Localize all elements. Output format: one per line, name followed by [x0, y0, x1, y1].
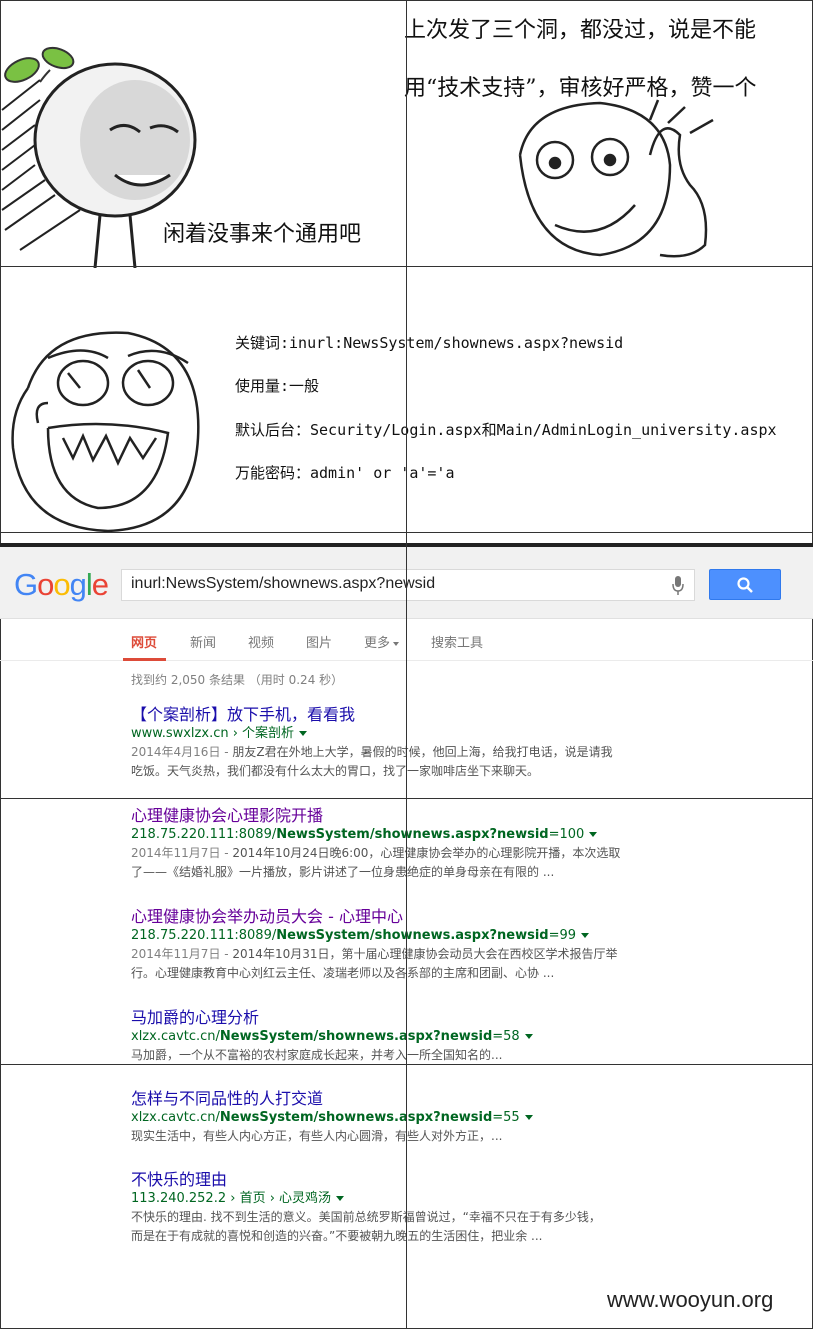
result-snippet-line2: 而是在于有成就的喜悦和创造的兴奋。”不要被朝九晚五的生活困住，把业余 ... — [131, 1229, 543, 1243]
panel-divider-horizontal — [0, 798, 813, 799]
result-title-link[interactable]: 怎样与不同品性的人打交道 — [131, 1089, 651, 1109]
result-url-param: =99 — [548, 928, 577, 943]
search-result: 马加爵的心理分析 xlzx.cavtc.cn/NewsSystem/showne… — [131, 1008, 651, 1065]
result-snippet-line2: 了——《结婚礼服》一片播放，影片讲述了一位身患绝症的单身母亲在有限的 ... — [131, 865, 555, 879]
result-url: 218.75.220.111:8089/NewsSystem/shownews.… — [131, 826, 651, 844]
search-button[interactable] — [709, 569, 781, 600]
result-date: 2014年11月7日 - — [131, 947, 233, 961]
panel2-text-line1: 上次发了三个洞，都没过，说是不能 — [404, 18, 757, 43]
active-tab-indicator — [123, 658, 166, 661]
dropdown-arrow-icon[interactable] — [299, 731, 308, 736]
chevron-down-icon — [393, 641, 400, 646]
google-logo[interactable]: Google — [14, 567, 109, 603]
result-url: xlzx.cavtc.cn/NewsSystem/shownews.aspx?n… — [131, 1028, 651, 1046]
search-box[interactable] — [121, 569, 695, 601]
search-result: 心理健康协会举办动员大会 - 心理中心 218.75.220.111:8089/… — [131, 907, 651, 983]
result-title-link[interactable]: 不快乐的理由 — [131, 1170, 651, 1190]
universal-password-line: 万能密码：admin' or 'a'='a — [235, 464, 455, 482]
result-url-host: xlzx.cavtc.cn/ — [131, 1029, 220, 1044]
tab-more[interactable]: 更多 — [364, 632, 400, 651]
result-url-param: =100 — [548, 827, 585, 842]
result-url: 218.75.220.111:8089/NewsSystem/shownews.… — [131, 927, 651, 945]
search-icon — [737, 577, 753, 593]
result-title-link[interactable]: 马加爵的心理分析 — [131, 1008, 651, 1028]
result-snippet-line2: 吃饭。天气炎热，我们都没有什么太大的胃口，找了一家咖啡店坐下来聊天。 — [131, 764, 540, 778]
dropdown-arrow-icon[interactable] — [589, 832, 598, 837]
result-snippet-line1: 不快乐的理由. 找不到生活的意义。美国前总统罗斯福曾说过，“幸福不只在于有多少钱… — [131, 1210, 601, 1224]
laughing-rage-face-illustration — [11, 331, 200, 533]
result-url: www.swxlzx.cn › 个案剖析 — [131, 725, 651, 743]
result-url: xlzx.cavtc.cn/NewsSystem/shownews.aspx?n… — [131, 1109, 651, 1127]
panel-divider-horizontal — [0, 1064, 813, 1065]
result-snippet: 2014年11月7日 - 2014年10月24日晚6:00，心理健康协会举办的心… — [131, 844, 651, 863]
result-url-host: xlzx.cavtc.cn/ — [131, 1110, 220, 1125]
result-url-path: NewsSystem/shownews.aspx?newsid — [276, 827, 549, 842]
tab-images[interactable]: 图片 — [306, 632, 332, 651]
result-snippet-line2: 行。心理健康教育中心刘红云主任、凌瑞老师以及各系部的主席和团副、心协 ... — [131, 966, 555, 980]
panel-divider-horizontal — [0, 532, 813, 533]
panel2-text-line2: 用“技术支持”，审核好严格，赞一个 — [404, 76, 757, 101]
result-url-param: =58 — [492, 1029, 520, 1044]
result-stats: 找到约 2,050 条结果 （用时 0.24 秒） — [131, 673, 344, 687]
result-date: 2014年11月7日 - — [131, 846, 233, 860]
result-title-link[interactable]: 心理健康协会举办动员大会 - 心理中心 — [131, 907, 651, 927]
search-result: 心理健康协会心理影院开播 218.75.220.111:8089/NewsSys… — [131, 806, 651, 882]
result-url-text: 113.240.252.2 › 首页 › 心灵鸡汤 — [131, 1191, 332, 1206]
result-title-link[interactable]: 【个案剖析】放下手机，看看我 — [131, 705, 651, 725]
result-snippet-line1: 朋友Z君在外地上大学，暑假的时候，他回上海，给我打电话，说是请我 — [232, 745, 613, 759]
tab-search-tools[interactable]: 搜索工具 — [431, 632, 483, 651]
result-snippet: 2014年11月7日 - 2014年10月31日，第十届心理健康协会动员大会在西… — [131, 945, 651, 964]
tab-videos[interactable]: 视频 — [248, 632, 274, 651]
dropdown-arrow-icon[interactable] — [581, 933, 590, 938]
keyword-line: 关键词:inurl:NewsSystem/shownews.aspx?newsi… — [235, 334, 624, 352]
result-url-path: NewsSystem/shownews.aspx?newsid — [219, 1029, 493, 1044]
result-url-host: 218.75.220.111:8089/ — [131, 827, 277, 842]
dropdown-arrow-icon[interactable] — [336, 1196, 345, 1201]
tab-news[interactable]: 新闻 — [190, 632, 216, 651]
result-url-param: =55 — [492, 1110, 520, 1125]
result-url: 113.240.252.2 › 首页 › 心灵鸡汤 — [131, 1190, 651, 1208]
panel-divider-vertical — [406, 0, 407, 1329]
result-snippet-line1: 2014年10月24日晚6:00，心理健康协会举办的心理影院开播，本次选取 — [232, 846, 621, 860]
tab-web[interactable]: 网页 — [131, 632, 157, 651]
tab-more-label: 更多 — [364, 635, 391, 650]
result-title-link[interactable]: 心理健康协会心理影院开播 — [131, 806, 651, 826]
usage-line: 使用量:一般 — [235, 377, 320, 395]
search-result: 怎样与不同品性的人打交道 xlzx.cavtc.cn/NewsSystem/sh… — [131, 1089, 651, 1146]
result-url-path: NewsSystem/shownews.aspx?newsid — [276, 928, 549, 943]
search-input[interactable] — [131, 575, 661, 593]
watermark: www.wooyun.org — [607, 1287, 774, 1312]
result-url-path: NewsSystem/shownews.aspx?newsid — [219, 1110, 493, 1125]
result-date: 2014年4月16日 - — [131, 745, 233, 759]
result-snippet: 2014年4月16日 - 朋友Z君在外地上大学，暑假的时候，他回上海，给我打电话… — [131, 743, 651, 762]
result-url-text: www.swxlzx.cn › 个案剖析 — [131, 726, 295, 741]
default-admin-path-line: 默认后台：Security/Login.aspx和Main/AdminLogin… — [235, 421, 777, 439]
panel1-caption: 闲着没事来个通用吧 — [163, 222, 362, 247]
search-result: 【个案剖析】放下手机，看看我 www.swxlzx.cn › 个案剖析 2014… — [131, 705, 651, 781]
result-snippet-line1: 2014年10月31日，第十届心理健康协会动员大会在西校区学术报告厅举 — [232, 947, 618, 961]
result-snippet-line1: 马加爵，一个从不富裕的农村家庭成长起来，并考入一所全国知名的... — [131, 1048, 503, 1062]
microphone-icon[interactable] — [672, 576, 684, 596]
search-result: 不快乐的理由 113.240.252.2 › 首页 › 心灵鸡汤 不快乐的理由.… — [131, 1170, 651, 1246]
result-snippet-line1: 现实生活中，有些人内心方正，有些人内心圆滑，有些人对外方正，... — [131, 1129, 503, 1143]
panel-divider-horizontal — [0, 266, 813, 267]
dropdown-arrow-icon[interactable] — [524, 1115, 533, 1120]
thumbs-up-rage-face-illustration — [518, 99, 714, 258]
result-url-host: 218.75.220.111:8089/ — [131, 928, 277, 943]
dropdown-arrow-icon[interactable] — [524, 1034, 533, 1039]
